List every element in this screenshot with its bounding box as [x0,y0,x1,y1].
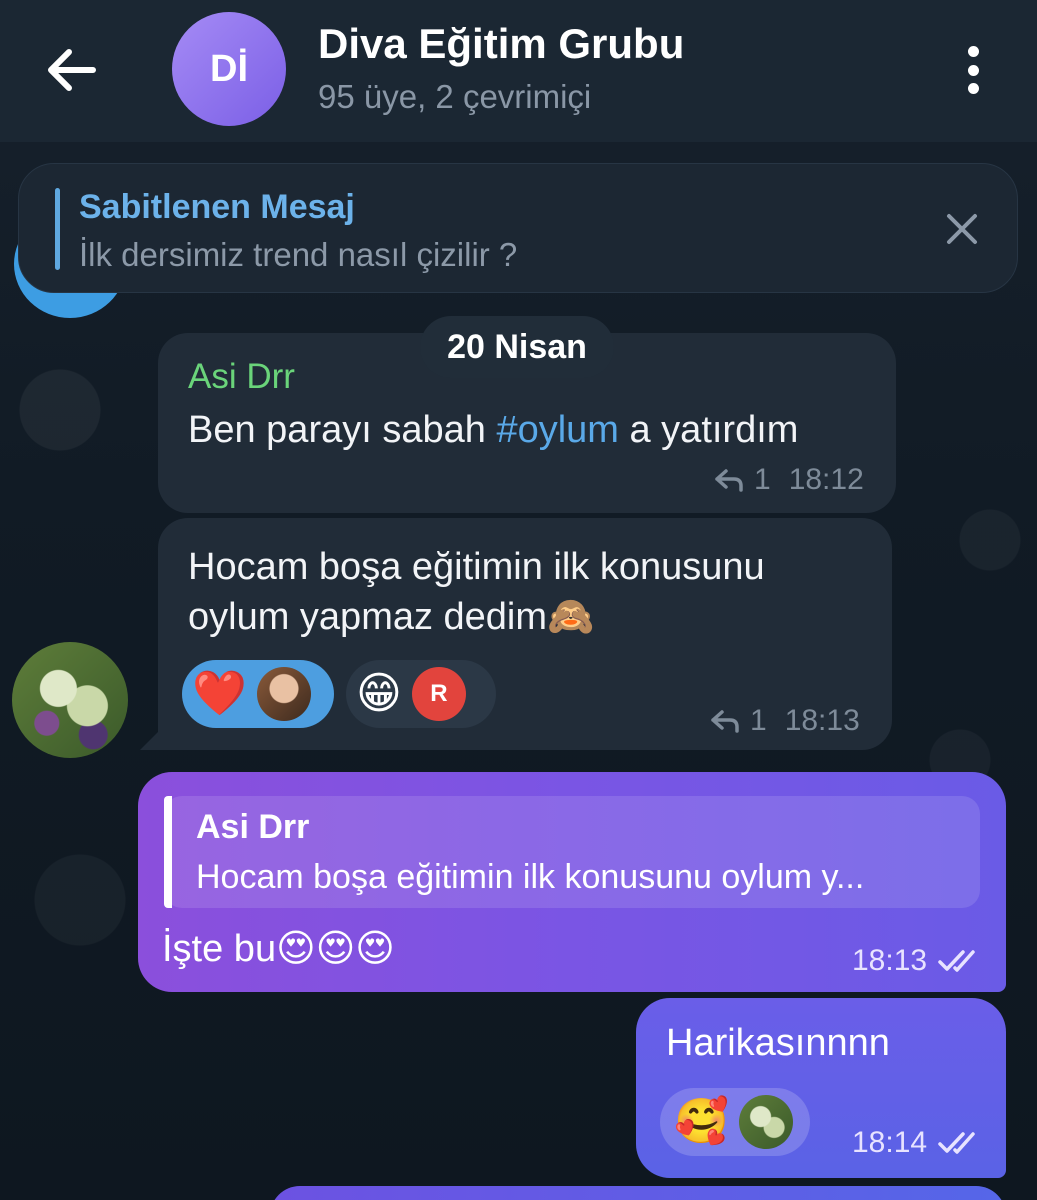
close-icon [947,214,977,244]
message-meta: 18:14 [852,1126,981,1160]
message-time: 18:12 [788,463,864,496]
pinned-message-bar[interactable]: Sabitlenen Mesaj İlk dersimiz trend nası… [18,163,1018,293]
more-vertical-icon [967,46,979,57]
reply-count: 1 [754,463,771,496]
hashtag-link[interactable]: #oylum [496,409,619,451]
quote-sender: Asi Drr [196,808,310,846]
outgoing-message-bubble[interactable]: Harikasınnnn 🥰 18:14 [636,998,1006,1178]
message-meta: 1 18:13 [710,704,860,738]
message-text-part: a yatırdım [618,409,799,451]
quote-indicator [164,796,172,908]
menu-dot [967,83,979,94]
reply-arrow-icon[interactable] [710,709,740,733]
menu-dot [967,64,979,76]
outgoing-message-bubble[interactable]: Asi Drr Hocam boşa eğitimin ilk konusunu… [138,772,1006,992]
message-text-line: Hocam boşa eğitimin ilk konusunu [188,546,765,588]
reply-count: 1 [750,704,767,737]
message-time: 18:13 [852,944,928,977]
message-text-line: oylum yapmaz dedim🙈 [188,596,595,638]
quote-text: Hocam boşa eğitimin ilk konusunu oylum y… [196,858,865,896]
chat-header: Dİ Diva Eğitim Grubu 95 üye, 2 çevrimiçi [0,0,1037,142]
message-meta: 1 18:12 [714,463,864,497]
message-text: İşte bu😍😍😍 [162,928,395,970]
sender-avatar[interactable] [12,642,128,758]
chat-subtitle: 95 üye, 2 çevrimiçi [318,78,592,115]
back-button[interactable] [40,38,104,102]
grin-emoji-icon: 😁 [356,668,402,719]
heart-emoji-icon: ❤️ [192,668,247,719]
message-text: Harikasınnnn [666,1022,890,1064]
pinned-title: Sabitlenen Mesaj [79,188,355,226]
reactor-avatar [256,667,311,721]
outgoing-message-bubble[interactable] [270,1186,1006,1200]
message-bubble[interactable]: Hocam boşa eğitimin ilk konusunu oylum y… [158,518,892,750]
date-separator: 20 Nisan [420,316,614,378]
message-time: 18:13 [784,704,860,737]
reaction-heart[interactable]: ❤️ [182,660,334,728]
pinned-indicator [55,188,60,270]
sender-name[interactable]: Asi Drr [188,357,295,397]
message-time: 18:14 [852,1126,928,1159]
quoted-reply[interactable]: Asi Drr Hocam boşa eğitimin ilk konusunu… [164,796,980,908]
message-text: Ben parayı sabah #oylum a yatırdım [188,405,798,455]
reactor-avatar [738,1095,793,1149]
reaction-smiling-hearts[interactable]: 🥰 [660,1088,810,1156]
double-check-icon [938,950,975,972]
message-meta: 18:13 [852,944,981,978]
bubble-tail [140,730,160,750]
pinned-text: İlk dersimiz trend nasıl çizilir ? [79,236,518,273]
group-avatar[interactable]: Dİ [172,12,286,126]
more-menu-button[interactable] [950,40,996,100]
chat-title[interactable]: Diva Eğitim Grubu [318,20,684,68]
reactor-avatar: R [411,667,466,721]
smiling-hearts-emoji-icon: 🥰 [674,1096,729,1147]
pinned-close-button[interactable] [937,204,987,254]
reply-arrow-icon[interactable] [714,468,744,492]
message-text-part: Ben parayı sabah [188,409,497,451]
arrow-left-icon [48,49,96,91]
double-check-icon [938,1132,975,1154]
reaction-grin[interactable]: 😁 R [346,660,496,728]
